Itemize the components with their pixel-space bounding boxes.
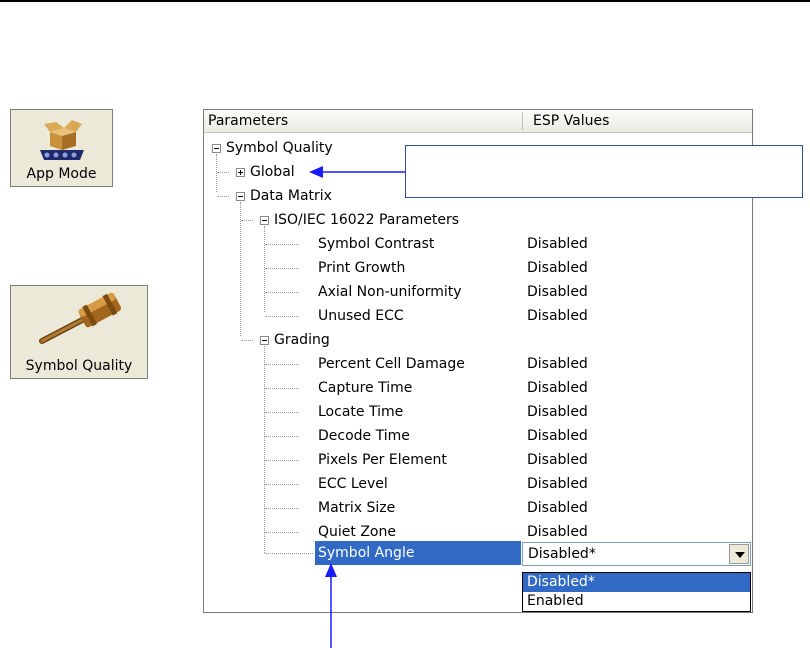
annotation-arrows <box>309 166 405 648</box>
